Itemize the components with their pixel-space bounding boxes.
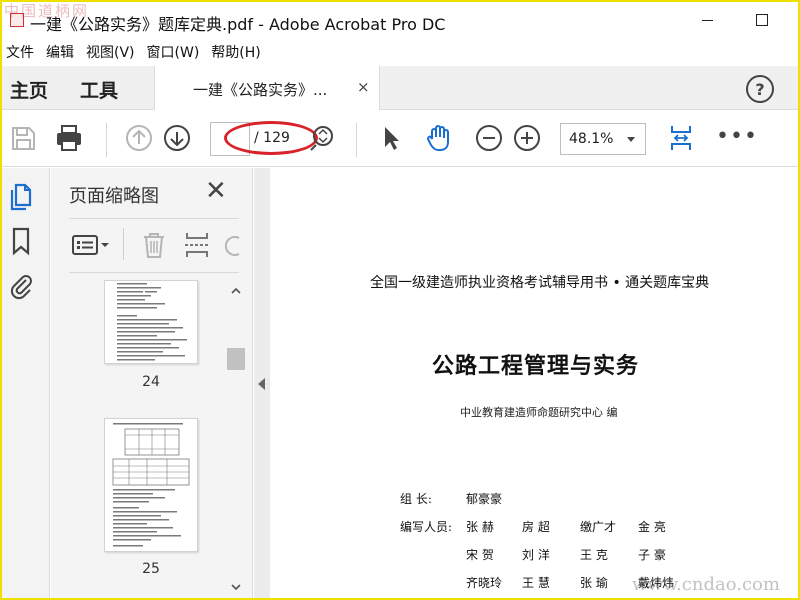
more-icon[interactable]: ••• xyxy=(716,124,758,149)
maximize-button[interactable] xyxy=(747,8,777,32)
staff-name: 刘 洋 xyxy=(522,548,550,562)
toolbar-separator xyxy=(106,123,107,157)
panel-collapse-handle[interactable] xyxy=(254,168,270,598)
page-thumbnail-label: 24 xyxy=(142,374,160,390)
close-icon[interactable]: ✕ xyxy=(205,176,227,206)
staff-name: 子 豪 xyxy=(638,548,666,562)
thumbnails-panel-title: 页面缩略图 xyxy=(69,186,159,207)
staff-name: 王 慧 xyxy=(522,576,550,590)
zoom-value: 48.1% xyxy=(569,131,614,147)
scroll-down-icon[interactable] xyxy=(229,580,243,594)
page-thumbnail-label: 25 xyxy=(142,561,160,577)
toolbar-separator xyxy=(123,228,124,260)
staff-name: 张 瑜 xyxy=(580,576,608,590)
divider xyxy=(69,272,239,273)
help-icon[interactable]: ? xyxy=(746,75,774,103)
staff-name: 宋 贺 xyxy=(466,548,494,562)
print-icon[interactable] xyxy=(54,123,84,153)
staff-name: 缴广才 xyxy=(580,520,617,534)
chevron-down-icon xyxy=(627,137,635,142)
divider xyxy=(69,218,239,219)
staff-name: 王 克 xyxy=(580,548,608,562)
minimize-button[interactable] xyxy=(692,8,722,32)
thumbnails-toolbar xyxy=(69,226,249,264)
staff-name: 金 亮 xyxy=(638,520,666,534)
staff-name: 房 超 xyxy=(522,520,550,534)
staff-label: 编写人员: xyxy=(400,520,453,534)
tab-close-icon[interactable]: × xyxy=(357,78,370,96)
toolbar-separator xyxy=(356,123,357,157)
page-thumbnails-icon[interactable] xyxy=(8,182,34,212)
menu-edit[interactable]: 编辑 xyxy=(44,42,82,62)
menu-help[interactable]: 帮助(H) xyxy=(209,42,268,62)
chevron-left-icon xyxy=(258,378,265,390)
tab-home[interactable]: 主页 xyxy=(10,76,48,103)
document-title: 公路工程管理与实务 xyxy=(432,354,640,379)
page-thumbnail-25[interactable] xyxy=(104,418,198,552)
tab-document[interactable]: 一建《公路实务》... × xyxy=(154,66,380,110)
save-icon[interactable] xyxy=(8,123,38,153)
acrobat-window: 中国道柄网 一建《公路实务》题库定典.pdf - Adobe Acrobat P… xyxy=(2,2,798,598)
menu-bar: 文件 编辑 视图(V) 窗口(W) 帮助(H) xyxy=(2,40,798,64)
document-view[interactable]: 全国一级建造师执业资格考试辅导用书 • 通关题库宝典 公路工程管理与实务 中业教… xyxy=(270,168,798,598)
thumbnails-scrollbar[interactable] xyxy=(227,280,245,598)
page-thumbnail-24[interactable] xyxy=(104,280,198,364)
menu-window[interactable]: 窗口(W) xyxy=(145,42,208,62)
highlight-circle xyxy=(224,121,318,155)
zoom-select[interactable]: 48.1% xyxy=(560,123,646,155)
menu-view[interactable]: 视图(V) xyxy=(84,42,143,62)
page-thumbnail-image xyxy=(112,423,190,547)
select-cursor-icon[interactable] xyxy=(376,123,406,153)
staff-name: 张 赫 xyxy=(466,520,494,534)
thumbnails-panel: 页面缩略图 ✕ 24 25 xyxy=(51,168,253,598)
title-bar: 中国道柄网 一建《公路实务》题库定典.pdf - Adobe Acrobat P… xyxy=(2,2,798,38)
tab-document-label: 一建《公路实务》... xyxy=(193,81,328,99)
zoom-out-icon[interactable] xyxy=(474,123,504,153)
tab-row: 主页 工具 一建《公路实务》... × ? xyxy=(2,66,798,110)
hand-icon[interactable] xyxy=(424,123,454,153)
delete-page-icon[interactable] xyxy=(141,230,167,260)
extract-page-icon[interactable] xyxy=(183,230,211,260)
page-down-icon[interactable] xyxy=(162,123,192,153)
maximize-icon xyxy=(756,14,768,26)
leader-name: 郁豪豪 xyxy=(466,492,503,506)
fit-page-icon[interactable] xyxy=(666,123,696,153)
document-editor: 中业教育建造师命题研究中心 编 xyxy=(460,406,618,419)
minimize-icon xyxy=(701,19,713,21)
leader-label: 组 长: xyxy=(400,492,432,506)
watermark-bottom-right: www.cndao.com xyxy=(632,574,780,595)
menu-file[interactable]: 文件 xyxy=(4,42,42,62)
page-slider-icon[interactable] xyxy=(308,123,338,153)
document-series: 全国一级建造师执业资格考试辅导用书 • 通关题库宝典 xyxy=(370,275,710,291)
staff-name: 齐晓玲 xyxy=(466,576,503,590)
toolbar: / 129 48.1% ••• xyxy=(2,111,798,167)
scrollbar-thumb[interactable] xyxy=(227,348,245,370)
attachment-icon[interactable] xyxy=(8,270,34,300)
scroll-up-icon[interactable] xyxy=(229,284,243,298)
navigation-rail xyxy=(2,168,50,598)
zoom-in-icon[interactable] xyxy=(512,123,542,153)
tab-tools[interactable]: 工具 xyxy=(80,76,118,103)
thumbnail-options-icon[interactable] xyxy=(71,232,111,258)
bookmark-icon[interactable] xyxy=(8,226,34,256)
page-up-icon[interactable] xyxy=(124,123,154,153)
rotate-page-icon[interactable] xyxy=(225,234,243,258)
window-title: 一建《公路实务》题库定典.pdf - Adobe Acrobat Pro DC xyxy=(30,15,446,34)
page-thumbnail-image xyxy=(117,283,187,361)
